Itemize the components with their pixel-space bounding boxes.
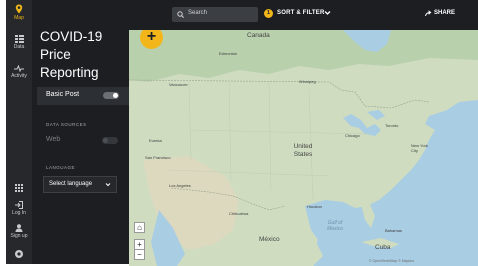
map-pin-icon bbox=[15, 4, 23, 14]
label-new-york: New York City bbox=[411, 143, 428, 153]
label-chihuahua: Chihuahua bbox=[229, 211, 249, 216]
rail-item-settings[interactable] bbox=[6, 249, 32, 259]
basic-post-toggle[interactable] bbox=[103, 92, 119, 99]
filter-count-badge: 1 bbox=[264, 9, 273, 18]
rail-item-apps[interactable] bbox=[6, 184, 32, 192]
map-view[interactable]: Canada Edmonton Vancouver Winnipeg Toron… bbox=[129, 30, 478, 266]
language-heading: LANGUAGE bbox=[46, 165, 76, 170]
user-icon bbox=[15, 224, 23, 232]
zoom-out-button[interactable]: − bbox=[134, 249, 145, 260]
activity-icon bbox=[14, 65, 24, 72]
label-vancouver: Vancouver bbox=[169, 82, 188, 87]
search-placeholder: Search bbox=[188, 10, 208, 16]
chevron-down-icon bbox=[105, 183, 111, 187]
share-button[interactable]: SHARE bbox=[434, 10, 455, 16]
label-winnipeg: Winnipeg bbox=[299, 79, 316, 84]
label-edmonton: Edmonton bbox=[219, 51, 238, 56]
home-button[interactable]: ⌂ bbox=[134, 222, 145, 233]
map-attribution: © OpenStreetMap © Mapbox bbox=[369, 259, 415, 263]
data-sources-heading: DATA SOURCES bbox=[46, 122, 87, 127]
label-toronto: Toronto bbox=[385, 123, 399, 128]
icon-rail: Map Data Activity Log In Sign up bbox=[6, 0, 32, 264]
rail-item-activity[interactable]: Activity bbox=[6, 65, 32, 79]
label-chicago: Chicago bbox=[345, 133, 360, 138]
chevron-down-icon[interactable] bbox=[324, 10, 331, 16]
label-mexico: México bbox=[259, 236, 280, 243]
sidebar-panel: COVID-19 Price Reporting Basic Post DATA… bbox=[32, 0, 157, 264]
rail-item-data[interactable]: Data bbox=[6, 35, 32, 50]
label-canada: Canada bbox=[247, 32, 270, 39]
rail-label-activity: Activity bbox=[11, 73, 27, 79]
label-eureka: Eureka bbox=[149, 138, 162, 143]
rail-label-data: Data bbox=[13, 44, 25, 50]
rail-item-map[interactable]: Map bbox=[6, 4, 32, 21]
label-los-angeles: Los Angeles bbox=[169, 183, 191, 188]
data-grid-icon bbox=[14, 35, 24, 43]
rail-label-login: Log In bbox=[12, 210, 26, 216]
login-icon bbox=[15, 201, 23, 209]
app-window: Map Data Activity Log In Sign up COVID-1… bbox=[0, 0, 478, 266]
home-icon: ⌂ bbox=[137, 223, 142, 232]
rail-label-signup: Sign up bbox=[10, 233, 28, 239]
label-san-francisco: San Francisco bbox=[145, 155, 171, 160]
settings-icon bbox=[15, 250, 23, 258]
search-icon bbox=[177, 11, 184, 18]
apps-grid-icon bbox=[15, 184, 23, 192]
label-united-states: United States bbox=[293, 143, 313, 158]
label-houston: Houston bbox=[307, 204, 322, 209]
label-gulf-of-mexico: Gulf of Mexico bbox=[327, 220, 343, 232]
top-bar: Search 1 SORT & FILTER SHARE bbox=[129, 0, 478, 30]
web-source-toggle[interactable] bbox=[102, 137, 118, 144]
app-title: COVID-19 Price Reporting bbox=[40, 29, 103, 80]
label-bahamas: Bahamas bbox=[385, 228, 402, 233]
sort-filter-button[interactable]: SORT & FILTER bbox=[277, 10, 325, 16]
search-input[interactable]: Search bbox=[172, 7, 258, 22]
rail-item-login[interactable]: Log In bbox=[6, 201, 32, 216]
language-select-value: Select language bbox=[49, 181, 93, 187]
rail-label-map: Map bbox=[14, 15, 24, 21]
share-icon[interactable] bbox=[425, 10, 432, 17]
web-source-label: Web bbox=[46, 136, 61, 143]
label-cuba: Cuba bbox=[375, 244, 391, 251]
rail-item-signup[interactable]: Sign up bbox=[6, 224, 32, 239]
language-select[interactable]: Select language bbox=[43, 176, 117, 193]
basic-post-label: Basic Post bbox=[46, 91, 80, 98]
